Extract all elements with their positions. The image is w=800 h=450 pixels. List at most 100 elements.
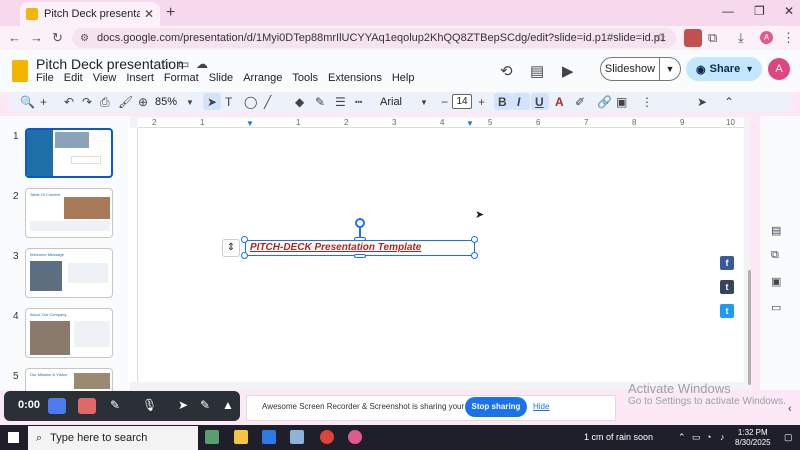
folder-icon[interactable]: ▭ bbox=[771, 301, 781, 314]
menu-edit[interactable]: Edit bbox=[64, 72, 83, 84]
new-slide-icon[interactable]: + bbox=[40, 95, 47, 109]
right-indent-marker-icon[interactable]: ▼ bbox=[466, 119, 474, 128]
media-app-icon[interactable] bbox=[262, 430, 276, 444]
resize-handle-bottom-right[interactable] bbox=[471, 252, 478, 259]
slide-thumbnail-2[interactable]: Table Of Content bbox=[25, 188, 113, 238]
underline-button[interactable]: U bbox=[535, 95, 544, 109]
webcam-toggle-icon[interactable]: ✎ bbox=[110, 398, 120, 412]
paint-format-icon[interactable]: 🖌 bbox=[118, 95, 133, 109]
pause-button[interactable] bbox=[48, 398, 66, 414]
undo-icon[interactable]: ↶ bbox=[64, 95, 74, 109]
more-options-icon[interactable]: ⋮ bbox=[641, 95, 653, 109]
forward-icon[interactable]: → bbox=[30, 30, 43, 45]
zoom-select[interactable]: 85% bbox=[155, 96, 177, 108]
address-bar[interactable]: ⚙ docs.google.com/presentation/d/1Myi0DT… bbox=[72, 28, 676, 48]
insert-link-icon[interactable]: 🔗 bbox=[597, 95, 612, 109]
border-color-icon[interactable]: ✎ bbox=[315, 95, 325, 109]
network-icon[interactable]: ◔ bbox=[706, 432, 711, 442]
window-close-icon[interactable]: ✕ bbox=[784, 4, 794, 18]
image-panel-icon[interactable]: ▣ bbox=[771, 275, 781, 288]
comments-icon[interactable]: ▤ bbox=[530, 62, 544, 80]
chrome-profile-icon[interactable] bbox=[348, 430, 362, 444]
browser-tab[interactable]: Pitch Deck presentation - Goog ✕ bbox=[20, 2, 160, 26]
speaker-notes-icon[interactable]: ▤ bbox=[771, 224, 781, 237]
menu-help[interactable]: Help bbox=[392, 72, 415, 84]
select-cursor-icon[interactable]: ➤ bbox=[207, 95, 217, 109]
new-tab-icon[interactable]: + bbox=[166, 4, 175, 22]
expand-panel-icon[interactable]: ‹ bbox=[788, 403, 792, 415]
mic-toggle-icon[interactable]: 🎙 bbox=[142, 398, 157, 412]
share-dropdown-icon[interactable]: ▼ bbox=[745, 64, 754, 74]
bookmark-star-icon[interactable]: ☆ bbox=[654, 30, 666, 46]
vertical-scrollbar[interactable] bbox=[748, 270, 751, 385]
maximize-icon[interactable]: ❐ bbox=[754, 4, 765, 18]
settings-app-icon[interactable] bbox=[290, 430, 304, 444]
twitter-icon[interactable]: t bbox=[720, 304, 734, 318]
account-avatar[interactable]: A bbox=[768, 58, 790, 80]
pen-mode-icon[interactable]: ➤ bbox=[697, 95, 707, 109]
cloud-saved-icon[interactable]: ☁ bbox=[196, 57, 208, 71]
share-button[interactable]: ◉ Share ▼ bbox=[686, 57, 762, 81]
collapse-menus-icon[interactable]: ⌃ bbox=[724, 95, 734, 109]
menu-slide[interactable]: Slide bbox=[209, 72, 233, 84]
redo-icon[interactable]: ↷ bbox=[82, 95, 92, 109]
volume-icon[interactable]: ♪ bbox=[720, 432, 725, 442]
hide-link[interactable]: Hide bbox=[533, 402, 549, 411]
extension-badge-icon[interactable] bbox=[684, 29, 702, 47]
extensions-icon[interactable]: ⧉ bbox=[708, 30, 717, 46]
cursor-tool-icon[interactable]: ➤ bbox=[178, 398, 188, 412]
border-weight-icon[interactable]: ☰ bbox=[335, 95, 346, 109]
search-menus-icon[interactable]: 🔍 bbox=[20, 95, 35, 109]
windows-start-icon[interactable] bbox=[8, 432, 19, 443]
zoom-icon[interactable]: ⊕ bbox=[138, 95, 148, 109]
battery-icon[interactable]: ▭ bbox=[692, 432, 701, 443]
slide-thumbnail-1[interactable] bbox=[25, 128, 113, 178]
tab-close-icon[interactable]: ✕ bbox=[144, 7, 154, 21]
menu-file[interactable]: File bbox=[36, 72, 54, 84]
line-icon[interactable]: ╱ bbox=[264, 95, 271, 109]
weather-widget[interactable]: 1 cm of rain soon bbox=[584, 432, 653, 442]
font-size-input[interactable]: 14 bbox=[452, 94, 472, 109]
print-icon[interactable]: ⎙ bbox=[100, 95, 110, 110]
bold-button[interactable]: B bbox=[498, 95, 507, 109]
rotate-handle[interactable] bbox=[355, 218, 365, 228]
text-color-button[interactable]: A bbox=[555, 95, 564, 109]
text-box-content[interactable]: PITCH-DECK Presentation Template bbox=[250, 242, 421, 253]
tumblr-icon[interactable]: t bbox=[720, 280, 734, 294]
stop-sharing-button[interactable]: Stop sharing bbox=[465, 397, 527, 417]
resize-handle-bottom[interactable] bbox=[354, 254, 366, 258]
font-dropdown-icon[interactable]: ▼ bbox=[420, 98, 428, 107]
back-icon[interactable]: ← bbox=[8, 30, 21, 45]
taskbar-search-box[interactable]: ⌕ Type here to search bbox=[28, 426, 198, 450]
facebook-icon[interactable]: f bbox=[720, 256, 734, 270]
star-icon[interactable]: ☆ bbox=[160, 57, 171, 71]
slide-thumbnail-4[interactable]: About Our Company bbox=[25, 308, 113, 358]
site-info-icon[interactable]: ⚙ bbox=[80, 33, 89, 44]
browser-menu-icon[interactable]: ⋮ bbox=[782, 30, 795, 46]
menu-arrange[interactable]: Arrange bbox=[243, 72, 282, 84]
minimize-icon[interactable]: — bbox=[722, 4, 734, 18]
font-family-select[interactable]: Arial bbox=[380, 96, 402, 108]
resize-handle-bottom-left[interactable] bbox=[241, 252, 248, 259]
file-explorer-icon[interactable] bbox=[234, 430, 248, 444]
shape-icon[interactable]: ◯ bbox=[244, 95, 257, 109]
stop-record-button[interactable] bbox=[78, 398, 96, 414]
menu-extensions[interactable]: Extensions bbox=[328, 72, 382, 84]
left-indent-marker-icon[interactable]: ▼ bbox=[246, 119, 254, 128]
tray-chevron-icon[interactable]: ⌃ bbox=[678, 432, 686, 443]
text-box-icon[interactable]: T bbox=[225, 95, 232, 109]
system-clock[interactable]: 1:32 PM 8/30/2025 bbox=[735, 428, 771, 448]
menu-view[interactable]: View bbox=[93, 72, 117, 84]
drag-grip-icon[interactable]: ⇕ bbox=[222, 239, 240, 257]
meet-icon[interactable]: ▶ bbox=[562, 62, 574, 80]
highlight-color-icon[interactable]: ✐ bbox=[575, 95, 585, 109]
highlight-tool-icon[interactable]: ▲ bbox=[222, 398, 234, 412]
increase-font-size-icon[interactable]: + bbox=[478, 95, 485, 109]
decrease-font-size-icon[interactable]: − bbox=[441, 95, 448, 109]
version-history-icon[interactable]: ⟲ bbox=[500, 62, 513, 80]
border-dash-icon[interactable]: ┅ bbox=[355, 95, 362, 109]
resize-handle-top-left[interactable] bbox=[241, 236, 248, 243]
chrome-icon[interactable] bbox=[320, 430, 334, 444]
slideshow-button[interactable]: Slideshow bbox=[600, 57, 660, 81]
slides-logo-icon[interactable] bbox=[12, 60, 28, 82]
